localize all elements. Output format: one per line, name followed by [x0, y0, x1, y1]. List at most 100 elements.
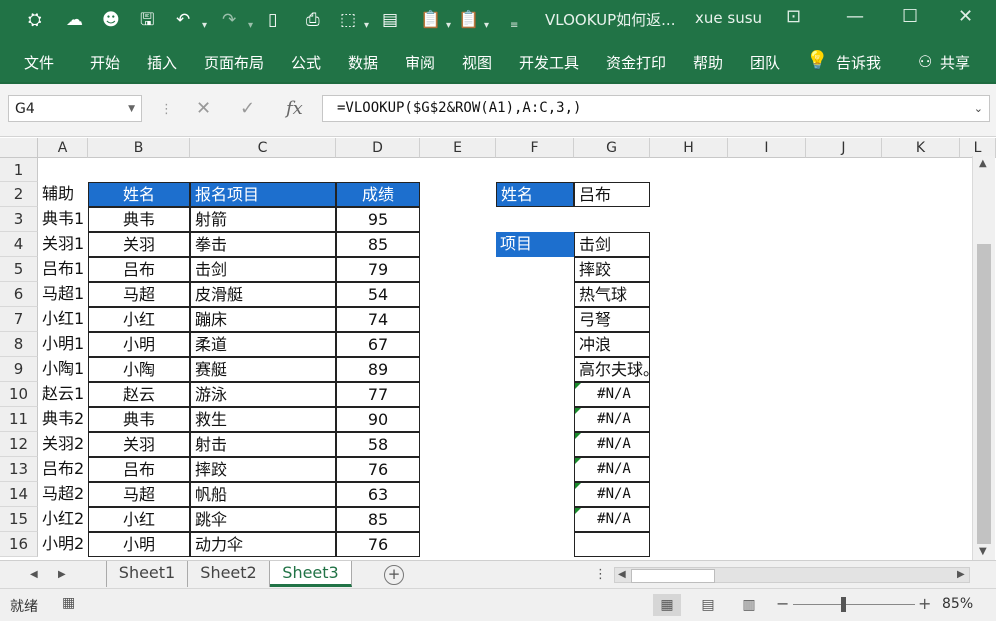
column-header[interactable]: L	[960, 138, 996, 158]
horizontal-scrollbar[interactable]: ◀ ▶	[614, 567, 970, 583]
maximize-icon[interactable]: ☐	[902, 6, 918, 27]
column-header[interactable]: J	[806, 138, 882, 158]
column-header[interactable]: B	[88, 138, 190, 158]
tab-team[interactable]: 团队	[750, 52, 780, 73]
tab-formulas[interactable]: 公式	[291, 52, 321, 73]
zoom-in-icon[interactable]: +	[918, 594, 931, 613]
zoom-slider[interactable]	[793, 604, 915, 605]
split-handle-icon[interactable]: ⋮	[594, 567, 607, 582]
prev-sheet-icon[interactable]: ◀	[30, 569, 38, 580]
normal-view-icon[interactable]: ▦	[653, 594, 681, 616]
column-header[interactable]: E	[420, 138, 496, 158]
select-all-corner[interactable]	[0, 138, 38, 158]
row-header[interactable]: 6	[0, 282, 38, 307]
redo-icon[interactable]: ↷	[222, 8, 236, 32]
macro-record-icon[interactable]: ▦	[62, 595, 75, 611]
insert-function-icon[interactable]: fx	[286, 98, 303, 119]
vertical-scroll-thumb[interactable]	[977, 244, 991, 544]
page-layout-view-icon[interactable]: ▤	[694, 594, 722, 616]
enter-icon[interactable]: ✓	[240, 98, 255, 119]
tab-developer[interactable]: 开发工具	[519, 52, 579, 73]
zoom-out-icon[interactable]: −	[776, 594, 789, 613]
row-header[interactable]: 9	[0, 357, 38, 382]
row-header[interactable]: 7	[0, 307, 38, 332]
user-name[interactable]: xue susu	[695, 9, 762, 27]
row-header[interactable]: 8	[0, 332, 38, 357]
undo-icon[interactable]: ↶	[176, 8, 190, 32]
add-sheet-icon[interactable]: +	[384, 565, 404, 585]
tab-data[interactable]: 数据	[348, 52, 378, 73]
close-icon[interactable]: ✕	[958, 6, 973, 27]
cancel-icon[interactable]: ✕	[196, 98, 211, 119]
tell-me-search[interactable]: 告诉我	[836, 52, 881, 73]
paste-icon[interactable]: 📋	[420, 8, 441, 32]
horizontal-scroll-thumb[interactable]	[631, 569, 715, 583]
error-indicator-icon[interactable]	[575, 383, 581, 389]
scroll-left-icon[interactable]: ◀	[618, 569, 626, 580]
share-button[interactable]: 共享	[940, 52, 970, 73]
error-indicator-icon[interactable]	[575, 508, 581, 514]
row-header[interactable]: 4	[0, 232, 38, 257]
minimize-icon[interactable]: —	[846, 6, 864, 27]
tab-insert[interactable]: 插入	[147, 52, 177, 73]
touch-mode-icon[interactable]: ⛭	[28, 8, 42, 32]
row-header[interactable]: 11	[0, 407, 38, 432]
column-header[interactable]: C	[190, 138, 336, 158]
document-icon[interactable]: ⎙	[306, 8, 320, 32]
sheet-tab-sheet1[interactable]: Sheet1	[106, 561, 188, 587]
column-header[interactable]: F	[496, 138, 574, 158]
row-header[interactable]: 5	[0, 257, 38, 282]
row-header[interactable]: 2	[0, 182, 38, 207]
sheet-tab-sheet2[interactable]: Sheet2	[188, 561, 270, 587]
tab-print[interactable]: 资金打印	[606, 52, 666, 73]
column-header[interactable]: G	[574, 138, 650, 158]
cloud-icon[interactable]: ☁	[66, 8, 83, 32]
column-header[interactable]: A	[38, 138, 88, 158]
selection-pane-icon[interactable]: ⬚	[340, 8, 356, 32]
page-break-view-icon[interactable]: ▥	[735, 594, 763, 616]
sheet-tab-sheet3[interactable]: Sheet3	[270, 561, 352, 587]
vertical-scrollbar[interactable]: ▲ ▼	[972, 156, 995, 560]
row-header[interactable]: 13	[0, 457, 38, 482]
tab-help[interactable]: 帮助	[693, 52, 723, 73]
paste-special-icon[interactable]: 📋	[458, 8, 479, 32]
error-indicator-icon[interactable]	[575, 433, 581, 439]
column-header[interactable]: K	[882, 138, 960, 158]
chevron-down-icon[interactable]: ▼	[128, 96, 135, 123]
row-header[interactable]: 3	[0, 207, 38, 232]
scroll-down-icon[interactable]: ▼	[979, 546, 987, 557]
spreadsheet-grid[interactable]: A B C D E F G H I J K L 1 2 3 4 5 6 7 8 9 10 11 12 13 14 15 16 辅助 姓名报…	[0, 138, 996, 560]
name-box[interactable]: G4 ▼	[8, 95, 142, 122]
column-header[interactable]: I	[728, 138, 806, 158]
error-indicator-icon[interactable]	[575, 408, 581, 414]
scroll-up-icon[interactable]: ▲	[979, 158, 987, 169]
tab-page-layout[interactable]: 页面布局	[204, 52, 264, 73]
row-header[interactable]: 1	[0, 158, 38, 182]
ribbon-display-icon[interactable]: ⊡	[786, 6, 801, 27]
save-icon[interactable]: 🖫	[140, 8, 154, 32]
error-indicator-icon[interactable]	[575, 483, 581, 489]
person-icon[interactable]: ⚇	[918, 52, 932, 71]
scroll-right-icon[interactable]: ▶	[957, 569, 965, 580]
print-preview-icon[interactable]: ▯	[268, 8, 277, 32]
column-header[interactable]: H	[650, 138, 728, 158]
error-indicator-icon[interactable]	[575, 458, 581, 464]
tab-home[interactable]: 开始	[90, 52, 120, 73]
row-header[interactable]: 14	[0, 482, 38, 507]
row-header[interactable]: 10	[0, 382, 38, 407]
tab-file[interactable]: 文件	[24, 52, 54, 73]
row-header[interactable]: 12	[0, 432, 38, 457]
customize-qat-icon[interactable]: ≡	[510, 14, 518, 38]
next-sheet-icon[interactable]: ▶	[58, 569, 66, 580]
undo-dropdown-icon[interactable]: ▾	[202, 14, 207, 38]
tab-review[interactable]: 审阅	[405, 52, 435, 73]
tab-view[interactable]: 视图	[462, 52, 492, 73]
formula-input[interactable]: =VLOOKUP($G$2&ROW(A1),A:C,3,) ⌄	[322, 95, 990, 122]
paste-dropdown-icon[interactable]: ▾	[446, 14, 451, 38]
row-header[interactable]: 15	[0, 507, 38, 532]
zoom-level[interactable]: 85%	[942, 596, 973, 612]
selection-dropdown-icon[interactable]: ▾	[364, 14, 369, 38]
smiley-icon[interactable]: ☻	[102, 8, 120, 32]
lightbulb-icon[interactable]: 💡	[806, 50, 828, 71]
form-icon[interactable]: ▤	[382, 8, 398, 32]
